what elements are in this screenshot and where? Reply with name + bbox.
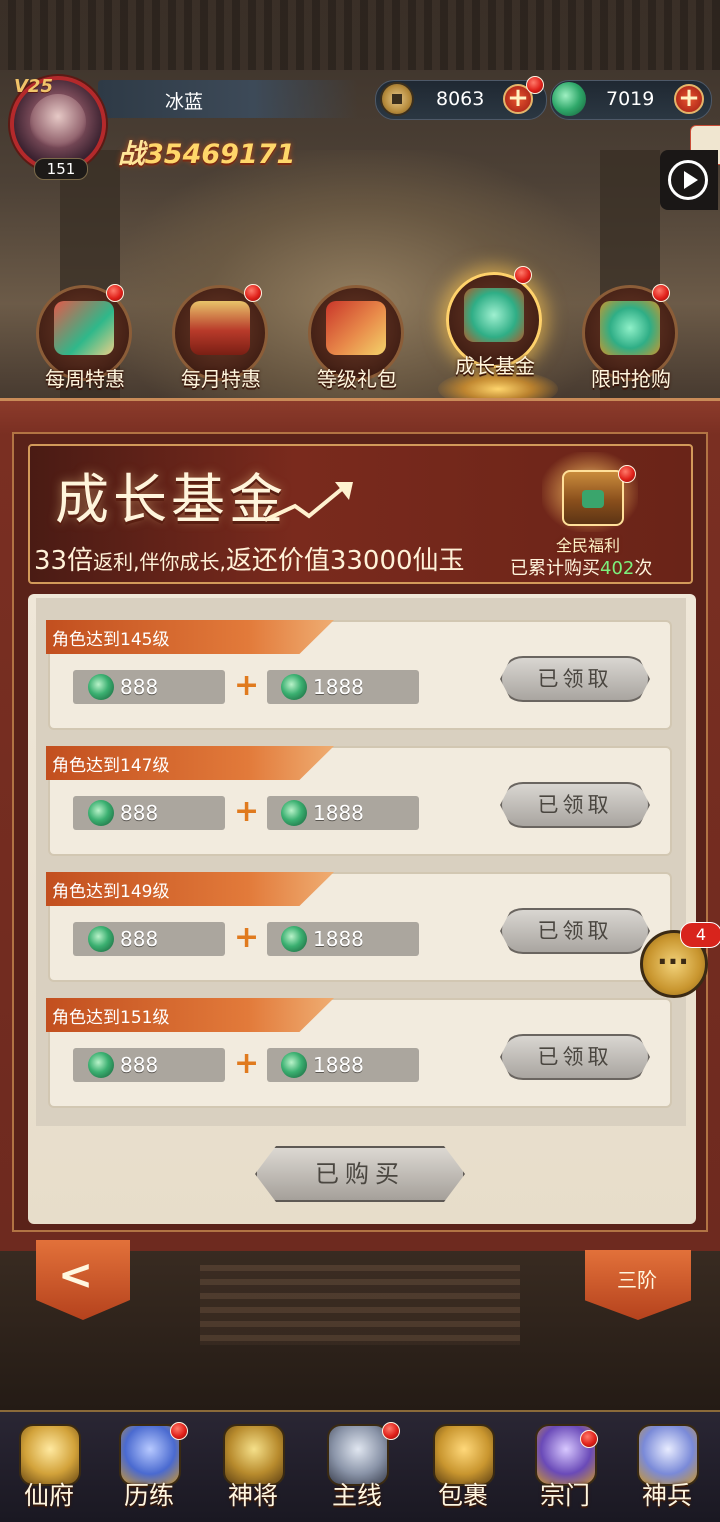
notification-dot (170, 1422, 188, 1440)
nav-label: 历练 (123, 1481, 174, 1510)
subtitle-text: 返利,伴你成长, (93, 550, 226, 574)
reward-amount: 1888 (313, 1053, 364, 1077)
claimed-button[interactable]: 已领取 (500, 782, 650, 828)
back-arrow-icon: < (58, 1250, 94, 1299)
gift-box-icon (54, 301, 114, 355)
plus-sign: + (234, 920, 260, 955)
present-arrow-icon (326, 301, 386, 355)
reward-amount: 888 (120, 927, 159, 951)
tab-label: 成长基金 (455, 354, 535, 378)
reward-condition: 角色达到149级 (52, 882, 170, 902)
nav-label: 包裹 (437, 1481, 488, 1510)
nav-label: 神将 (227, 1481, 278, 1510)
player-name: 冰蓝 (165, 91, 204, 113)
tab-level-packs[interactable]: 等级礼包 (308, 285, 408, 395)
subtitle-highlight-2: 返还价值33000仙玉 (225, 546, 465, 576)
jade-icon (281, 926, 307, 952)
coin-icon (380, 82, 414, 116)
notification-dot (514, 266, 532, 284)
notification-dot (652, 284, 670, 302)
tab-weekly-deals[interactable]: 每周特惠 (36, 285, 136, 395)
player-level: 151 (34, 158, 88, 180)
jade-icon (281, 800, 307, 826)
reward-amount: 1888 (313, 675, 364, 699)
tier-label: 三阶 (617, 1268, 657, 1292)
nav-generals[interactable]: 神将 (208, 1418, 298, 1518)
chat-unread-badge: 4 (680, 922, 720, 948)
notification-dot (244, 284, 262, 302)
claimed-button[interactable]: 已领取 (500, 656, 650, 702)
nav-label: 宗门 (539, 1481, 590, 1510)
jade-icon (281, 1052, 307, 1078)
reward-condition: 角色达到151级 (52, 1008, 170, 1028)
hall-steps (200, 1265, 520, 1345)
nav-sect[interactable]: 宗门 (520, 1418, 610, 1518)
count-suffix: 次 (634, 558, 653, 579)
plus-sign: + (234, 668, 260, 703)
banner-subtitle: 33倍返利,伴你成长,返还价值33000仙玉 (34, 540, 465, 577)
video-button[interactable] (660, 150, 718, 210)
purchased-button[interactable]: 已购买 (255, 1146, 465, 1202)
tab-monthly-deals[interactable]: 每月特惠 (172, 285, 272, 395)
reward-condition: 角色达到145级 (52, 630, 170, 650)
notification-dot (526, 76, 544, 94)
purchase-count: 已累计购买402次 (510, 554, 652, 580)
notification-dot (106, 284, 124, 302)
notification-dot (580, 1430, 598, 1448)
reward-amount: 888 (120, 1053, 159, 1077)
reward-amount: 888 (120, 801, 159, 825)
claimed-button[interactable]: 已领取 (500, 1034, 650, 1080)
jade-icon (88, 674, 114, 700)
subtitle-highlight-1: 33倍 (34, 546, 94, 576)
notification-dot (382, 1422, 400, 1440)
reward-condition: 角色达到147级 (52, 756, 170, 776)
jade-icon (88, 1052, 114, 1078)
nav-label: 神兵 (641, 1481, 692, 1510)
vip-level: V25 (14, 76, 53, 97)
power-value: 35469171 (145, 139, 296, 170)
jade-icon (88, 800, 114, 826)
ceiling-lattice (0, 0, 720, 70)
jade-icon (281, 674, 307, 700)
nav-label: 主线 (331, 1481, 382, 1510)
nav-immortal-house[interactable]: 仙府 (4, 1418, 94, 1518)
tab-growth-fund[interactable]: 成长基金 (446, 272, 546, 382)
tab-flash-sale[interactable]: 限时抢购 (582, 285, 682, 395)
tab-label: 每周特惠 (45, 367, 125, 391)
add-jade-button[interactable]: + (674, 84, 704, 114)
welfare-label: 全民福利 (556, 536, 621, 555)
count-value: 402 (600, 558, 635, 579)
tab-label: 限时抢购 (591, 367, 671, 391)
nav-label: 仙府 (23, 1481, 74, 1510)
notification-dot (618, 465, 636, 483)
combat-power: 战35469171 (118, 132, 295, 171)
power-prefix: 战 (118, 139, 145, 170)
plus-sign: + (234, 1046, 260, 1081)
tab-label: 等级礼包 (317, 367, 397, 391)
coin-value: 8063 (436, 88, 485, 110)
jade-value: 7019 (606, 88, 655, 110)
count-prefix: 已累计购买 (510, 558, 600, 579)
name-plate (98, 80, 358, 118)
jade-icon (88, 926, 114, 952)
reward-amount: 1888 (313, 801, 364, 825)
banner-title: 成长基金 (55, 468, 287, 531)
reward-amount: 1888 (313, 927, 364, 951)
jade-chest-icon (464, 288, 524, 342)
play-icon (668, 160, 708, 200)
avatar-portrait (30, 94, 86, 150)
jade-pot-icon (600, 301, 660, 355)
jade-icon (552, 82, 586, 116)
claimed-button[interactable]: 已领取 (500, 908, 650, 954)
pavilion-icon (190, 301, 250, 355)
welfare-chest-icon[interactable] (562, 470, 624, 526)
nav-bag[interactable]: 包裹 (418, 1418, 508, 1518)
tab-label: 每月特惠 (181, 367, 261, 391)
growth-arrow-icon (265, 482, 353, 522)
nav-divine-weapon[interactable]: 神兵 (622, 1418, 712, 1518)
reward-amount: 888 (120, 675, 159, 699)
plus-sign: + (234, 794, 260, 829)
